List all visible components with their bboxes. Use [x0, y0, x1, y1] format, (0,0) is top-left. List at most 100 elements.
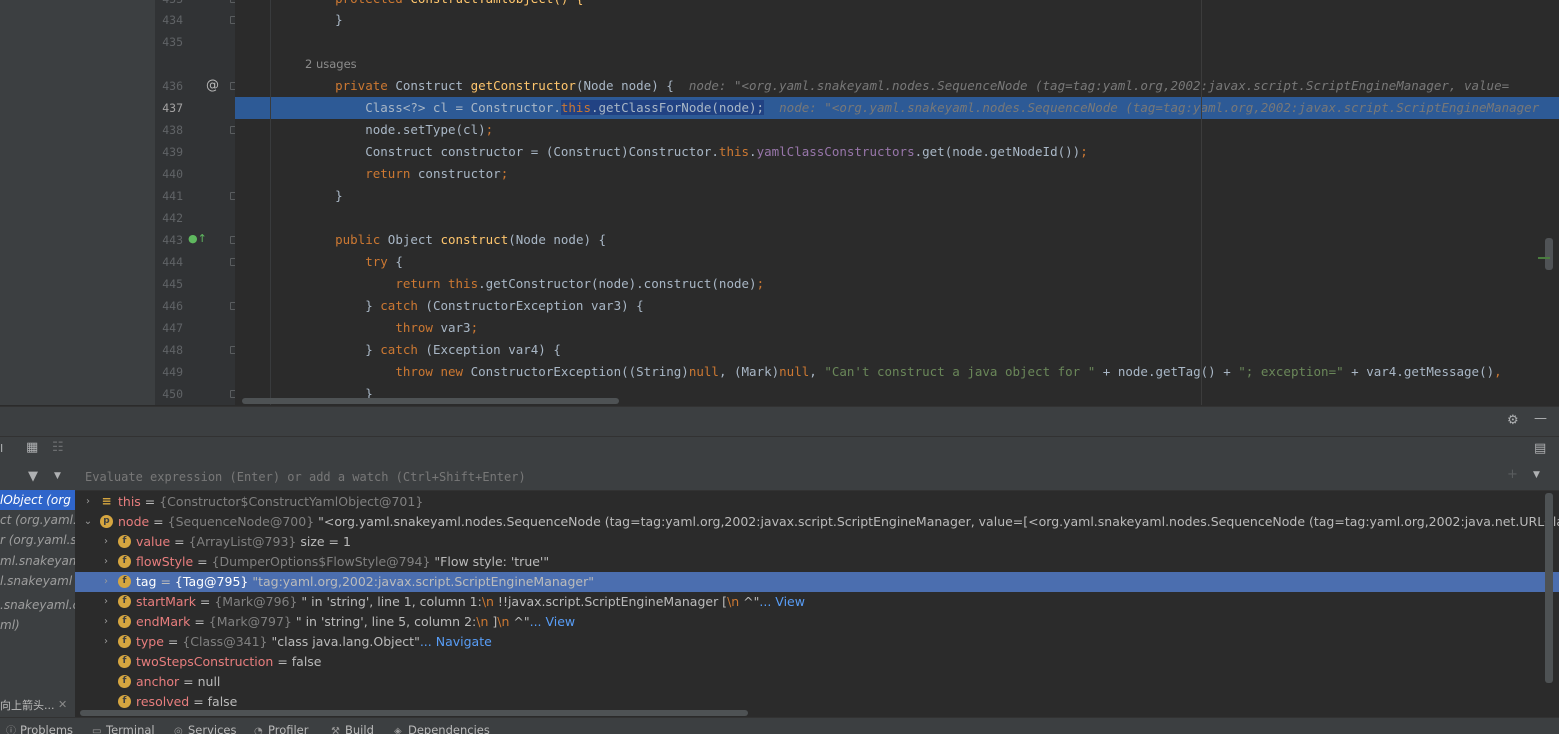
- code-line[interactable]: Construct constructor = (Construct)Const…: [235, 141, 1559, 163]
- expand-arrow-icon[interactable]: ›: [101, 632, 111, 652]
- tool-window-build[interactable]: ⚒ Build: [331, 723, 374, 734]
- code-token: try: [365, 254, 396, 269]
- variable-row[interactable]: › f flowStyle = {DumperOptions$FlowStyle@7…: [75, 552, 1559, 572]
- view-link[interactable]: ... View: [530, 614, 576, 629]
- execution-line[interactable]: Class<?> cl = Constructor.this.getClassF…: [235, 97, 1559, 119]
- code-token: null: [688, 364, 719, 379]
- expand-arrow-icon[interactable]: ›: [101, 572, 111, 592]
- variables-vertical-scrollbar[interactable]: [1545, 493, 1553, 683]
- usages-hint[interactable]: 2 usages: [305, 57, 357, 71]
- code-line[interactable]: private Construct getConstructor(Node no…: [235, 75, 1559, 97]
- watch-dropdown-icon[interactable]: ▼: [1533, 470, 1540, 480]
- code-line[interactable]: [235, 207, 1559, 229]
- expand-arrow-icon[interactable]: ›: [83, 492, 93, 512]
- line-number[interactable]: 438: [155, 119, 183, 141]
- code-line[interactable]: [235, 31, 1559, 53]
- variable-row[interactable]: › f endMark = {Mark@797} " in 'string', li…: [75, 612, 1559, 632]
- line-number[interactable]: 443: [155, 229, 183, 251]
- stack-frame[interactable]: l.snakeyaml: [0, 571, 72, 591]
- code-line[interactable]: return this.getConstructor(node).constru…: [235, 273, 1559, 295]
- line-number[interactable]: 450: [155, 383, 183, 405]
- override-at-icon[interactable]: @: [206, 78, 219, 93]
- code-line[interactable]: return constructor;: [235, 163, 1559, 185]
- escape-seq: \n: [497, 614, 510, 629]
- stack-frame[interactable]: r (org.yaml.s: [0, 530, 75, 550]
- filter-icon[interactable]: ▼: [28, 469, 38, 484]
- line-number[interactable]: 435: [155, 31, 183, 53]
- gear-icon[interactable]: ⚙: [1507, 413, 1519, 428]
- line-number[interactable]: 449: [155, 361, 183, 383]
- implements-marker-icon[interactable]: ●↑: [188, 232, 207, 245]
- expand-arrow-icon[interactable]: ›: [101, 552, 111, 572]
- code-line[interactable]: node.setType(cl);: [235, 119, 1559, 141]
- line-number[interactable]: 446: [155, 295, 183, 317]
- code-line[interactable]: }: [235, 185, 1559, 207]
- line-number[interactable]: 445: [155, 273, 183, 295]
- stack-frame[interactable]: lObject (org: [0, 490, 71, 510]
- code-line[interactable]: }: [235, 9, 1559, 31]
- variable-row[interactable]: f resolved = false: [75, 692, 1559, 712]
- expand-arrow-icon[interactable]: ›: [101, 592, 111, 612]
- stack-frame[interactable]: ml.snakeyaml.: [0, 551, 75, 571]
- variables-horizontal-scrollbar[interactable]: [80, 710, 748, 716]
- layout-icon[interactable]: ▤: [1534, 441, 1546, 456]
- tool-window-problems[interactable]: ⓘ Problems: [6, 723, 73, 734]
- line-number[interactable]: 436: [155, 75, 183, 97]
- line-number[interactable]: 439: [155, 141, 183, 163]
- field-icon: f: [118, 655, 131, 668]
- code-token: return: [365, 166, 418, 181]
- editor-horizontal-scrollbar[interactable]: [242, 398, 619, 404]
- line-number[interactable]: 442: [155, 207, 183, 229]
- variable-row[interactable]: › f type = {Class@341} "class java.lang.Ob…: [75, 632, 1559, 652]
- code-line[interactable]: try {: [235, 251, 1559, 273]
- columns-icon[interactable]: ☷: [52, 440, 64, 455]
- stack-frame[interactable]: .snakeyaml.c: [0, 595, 75, 615]
- tool-window-profiler[interactable]: ◔ Profiler: [254, 723, 309, 734]
- variable-row[interactable]: › ≡ this = {Constructor$ConstructYamlObjec…: [75, 492, 1559, 512]
- line-number[interactable]: 437: [155, 97, 183, 119]
- table-view-icon[interactable]: ▦: [26, 440, 38, 455]
- stack-frame[interactable]: ct (org.yaml.: [0, 510, 75, 530]
- variable-row[interactable]: › f value = {ArrayList@793} size = 1: [75, 532, 1559, 552]
- collapse-arrow-icon[interactable]: ⌄: [83, 512, 93, 532]
- tool-window-services[interactable]: ◎ Services: [174, 723, 237, 734]
- expand-arrow-icon[interactable]: ›: [101, 612, 111, 632]
- view-link[interactable]: ... View: [759, 594, 805, 609]
- evaluate-expression-input[interactable]: [83, 467, 1467, 487]
- frames-list[interactable]: lObject (org ct (org.yaml. r (org.yaml.s ml…: [0, 462, 76, 717]
- variable-text: anchor = null: [136, 672, 220, 692]
- code-editor[interactable]: protected ConstructYamlObject() { } priv…: [235, 0, 1559, 405]
- variable-row[interactable]: f anchor = null: [75, 672, 1559, 692]
- close-icon[interactable]: ✕: [58, 698, 67, 711]
- tool-window-dependencies[interactable]: ◈ Dependencies: [394, 723, 490, 734]
- line-number[interactable]: 434: [155, 9, 183, 31]
- stack-frame[interactable]: ml): [0, 615, 20, 635]
- restore-layout-icon[interactable]: I: [0, 442, 3, 455]
- line-number[interactable]: 448: [155, 339, 183, 361]
- variables-tree[interactable]: › ≡ this = {Constructor$ConstructYamlObjec…: [75, 491, 1559, 717]
- code-token: ;: [1080, 144, 1088, 159]
- variable-row[interactable]: › f tag = {Tag@795} "tag:yaml.org,2002:jav…: [75, 572, 1559, 592]
- line-number[interactable]: 444: [155, 251, 183, 273]
- code-line[interactable]: } catch (ConstructorException var3) {: [235, 295, 1559, 317]
- line-number[interactable]: 441: [155, 185, 183, 207]
- variable-text: type = {Class@341} "class java.lang.Obje…: [136, 632, 492, 652]
- frames-dropdown-icon[interactable]: ▼: [54, 471, 61, 481]
- code-line[interactable]: } catch (Exception var4) {: [235, 339, 1559, 361]
- minimize-icon[interactable]: —: [1534, 411, 1547, 426]
- tool-window-terminal[interactable]: ▭ Terminal: [92, 723, 155, 734]
- code-line[interactable]: public Object construct(Node node) {: [235, 229, 1559, 251]
- code-line[interactable]: throw var3;: [235, 317, 1559, 339]
- view-link[interactable]: ... Navigate: [420, 634, 492, 649]
- variable-row[interactable]: ⌄ p node = {SequenceNode@700} "<org.yaml.s…: [75, 512, 1559, 532]
- variable-row[interactable]: › f startMark = {Mark@796} " in 'string', …: [75, 592, 1559, 612]
- code-token: private: [305, 78, 396, 93]
- line-number[interactable]: 447: [155, 317, 183, 339]
- add-watch-icon[interactable]: +: [1507, 467, 1518, 482]
- code-token: }: [305, 298, 381, 313]
- expand-arrow-icon[interactable]: ›: [101, 532, 111, 552]
- variable-row[interactable]: f twoStepsConstruction = false: [75, 652, 1559, 672]
- editor-vertical-scrollbar[interactable]: [1545, 238, 1553, 270]
- code-line[interactable]: throw new ConstructorException((String)n…: [235, 361, 1559, 383]
- line-number[interactable]: 440: [155, 163, 183, 185]
